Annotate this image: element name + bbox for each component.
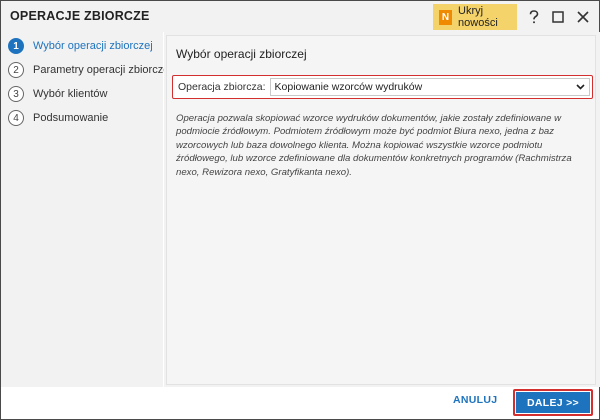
operation-label: Operacja zbiorcza: [178,81,266,93]
step-podsumowanie[interactable]: 4 Podsumowanie [8,108,108,128]
step-wybor-operacji[interactable]: 1 Wybór operacji zbiorczej [8,36,153,56]
main-area: Wybór operacji zbiorczej Operacja zbiorc… [164,32,600,387]
next-button[interactable]: DALEJ >> [516,392,590,413]
step-label-4: Podsumowanie [33,112,109,124]
operation-select[interactable]: Kopiowanie wzorców wydruków [269,78,590,96]
chevron-down-icon [576,84,585,90]
operation-panel: Wybór operacji zbiorczej Operacja zbiorc… [166,35,596,385]
step-parametry-operacji[interactable]: 2 Parametry operacji zbiorczej [8,60,172,80]
help-icon[interactable] [523,6,545,28]
operation-selected-value: Kopiowanie wzorców wydruków [274,81,423,93]
operation-row: Operacja zbiorcza: Kopiowanie wzorców wy… [172,75,593,99]
nexo-news-icon: N [439,9,453,25]
step-number-4: 4 [8,110,24,126]
hide-news-label: Ukryj nowości [458,5,498,29]
hide-news-button[interactable]: N Ukryj nowości [433,4,517,30]
window-title: OPERACJE ZBIORCZE [10,9,150,23]
step-number-3: 3 [8,86,24,102]
title-bar: OPERACJE ZBIORCZE N Ukryj nowości [1,1,599,32]
step-number-2: 2 [8,62,24,78]
step-label-2: Parametry operacji zbiorczej [33,64,172,76]
step-label-3: Wybór klientów [33,88,108,100]
step-number-1: 1 [8,38,24,54]
operacje-zbiorcze-window: OPERACJE ZBIORCZE N Ukryj nowości 1 Wybó… [0,0,600,420]
cancel-button[interactable]: ANULUJ [453,394,497,406]
close-icon[interactable] [572,6,594,28]
wizard-steps: 1 Wybór operacji zbiorczej 2 Parametry o… [1,32,172,387]
operation-description: Operacja pozwala skopiować wzorce wydruk… [176,113,572,178]
footer: ANULUJ DALEJ >> [1,387,599,419]
step-wybor-klientow[interactable]: 3 Wybór klientów [8,84,107,104]
step-label-1: Wybór operacji zbiorczej [33,40,153,52]
maximize-icon[interactable] [547,6,569,28]
section-title: Wybór operacji zbiorczej [176,47,307,61]
